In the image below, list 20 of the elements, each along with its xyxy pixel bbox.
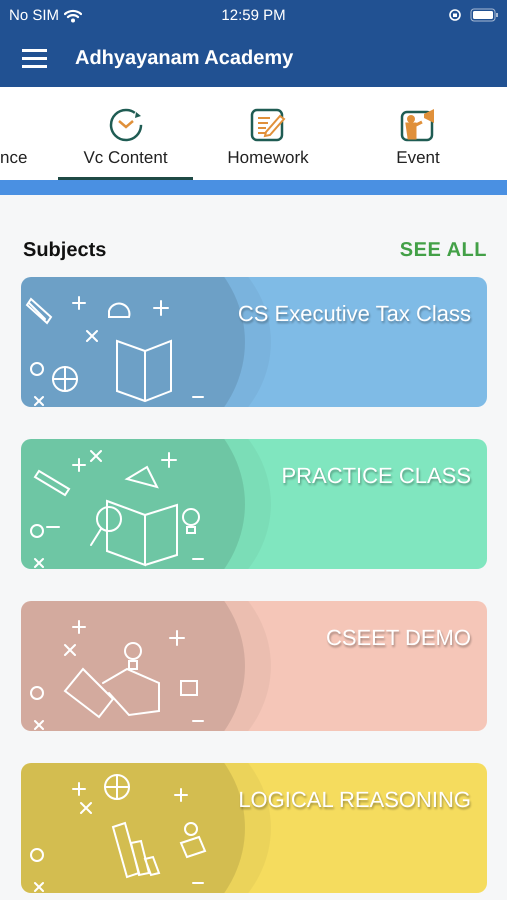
menu-button[interactable] [22,49,47,68]
nav-tab[interactable]: Homework [193,87,343,180]
nav-tab[interactable]: nce [0,87,58,180]
app-title: Adhyayanam Academy [75,47,294,70]
megaphone-icon [400,106,436,142]
subject-card[interactable]: CS Executive Tax Class [21,277,487,407]
subject-title: PRACTICE CLASS [282,463,471,489]
rotation-lock-icon [448,8,462,22]
nav-tab[interactable]: Event [343,87,493,180]
subject-title: CS Executive Tax Class [238,301,471,327]
subject-title: LOGICAL REASONING [238,787,471,813]
notepad-icon [250,106,286,142]
battery-icon [470,8,498,22]
carrier-label: No SIM [9,6,60,24]
wifi-icon [64,8,82,22]
subject-title: CSEET DEMO [326,625,471,651]
clock-icon [108,106,144,142]
section-title: Subjects [23,239,106,262]
see-all-link[interactable]: SEE ALL [400,239,487,262]
clock-time: 12:59 PM [221,6,286,24]
